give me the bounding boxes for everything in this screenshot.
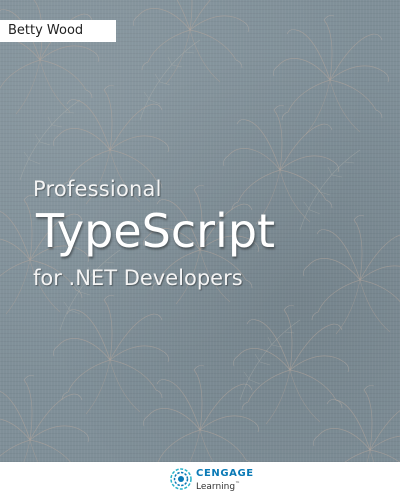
title-prefix: Professional xyxy=(33,177,162,201)
author-name: Betty Wood xyxy=(0,20,116,42)
book-cover: Betty Wood Professional TypeScript for .… xyxy=(0,0,400,462)
cengage-swirl-icon xyxy=(170,468,192,490)
publisher-subtitle: Learning™ xyxy=(196,479,240,492)
book-title: TypeScript xyxy=(36,204,276,258)
publisher-name: CENGAGE xyxy=(196,468,254,479)
publisher-sub-text: Learning xyxy=(196,482,236,492)
title-suffix: for .NET Developers xyxy=(33,266,243,290)
publisher-logo: CENGAGE Learning™ xyxy=(170,465,300,495)
title-block: Professional TypeScript for .NET Develop… xyxy=(33,176,393,292)
trademark-symbol: ™ xyxy=(235,481,241,487)
